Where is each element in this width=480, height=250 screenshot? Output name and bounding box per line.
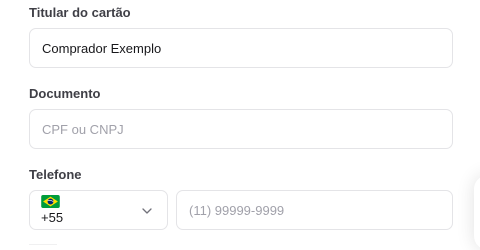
checkout-form: Titular do cartão Comprador Exemplo Docu…: [0, 0, 480, 250]
document-input[interactable]: CPF ou CNPJ: [29, 109, 453, 149]
next-field-label-cutoff: [29, 244, 57, 250]
phone-input[interactable]: (11) 99999-9999: [176, 190, 453, 230]
holder-value: Comprador Exemplo: [42, 40, 162, 56]
holder-input[interactable]: Comprador Exemplo: [29, 28, 453, 68]
document-placeholder: CPF ou CNPJ: [42, 121, 124, 137]
chevron-down-icon: [142, 208, 152, 214]
holder-label: Titular do cartão: [29, 5, 131, 20]
phone-placeholder: (11) 99999-9999: [189, 202, 285, 218]
phone-label: Telefone: [29, 167, 82, 182]
brazil-flag-icon: [41, 195, 60, 208]
country-code-select[interactable]: +55: [29, 190, 168, 230]
side-panel-edge: [474, 175, 480, 250]
document-label: Documento: [29, 86, 101, 101]
dial-code: +55: [41, 210, 64, 225]
